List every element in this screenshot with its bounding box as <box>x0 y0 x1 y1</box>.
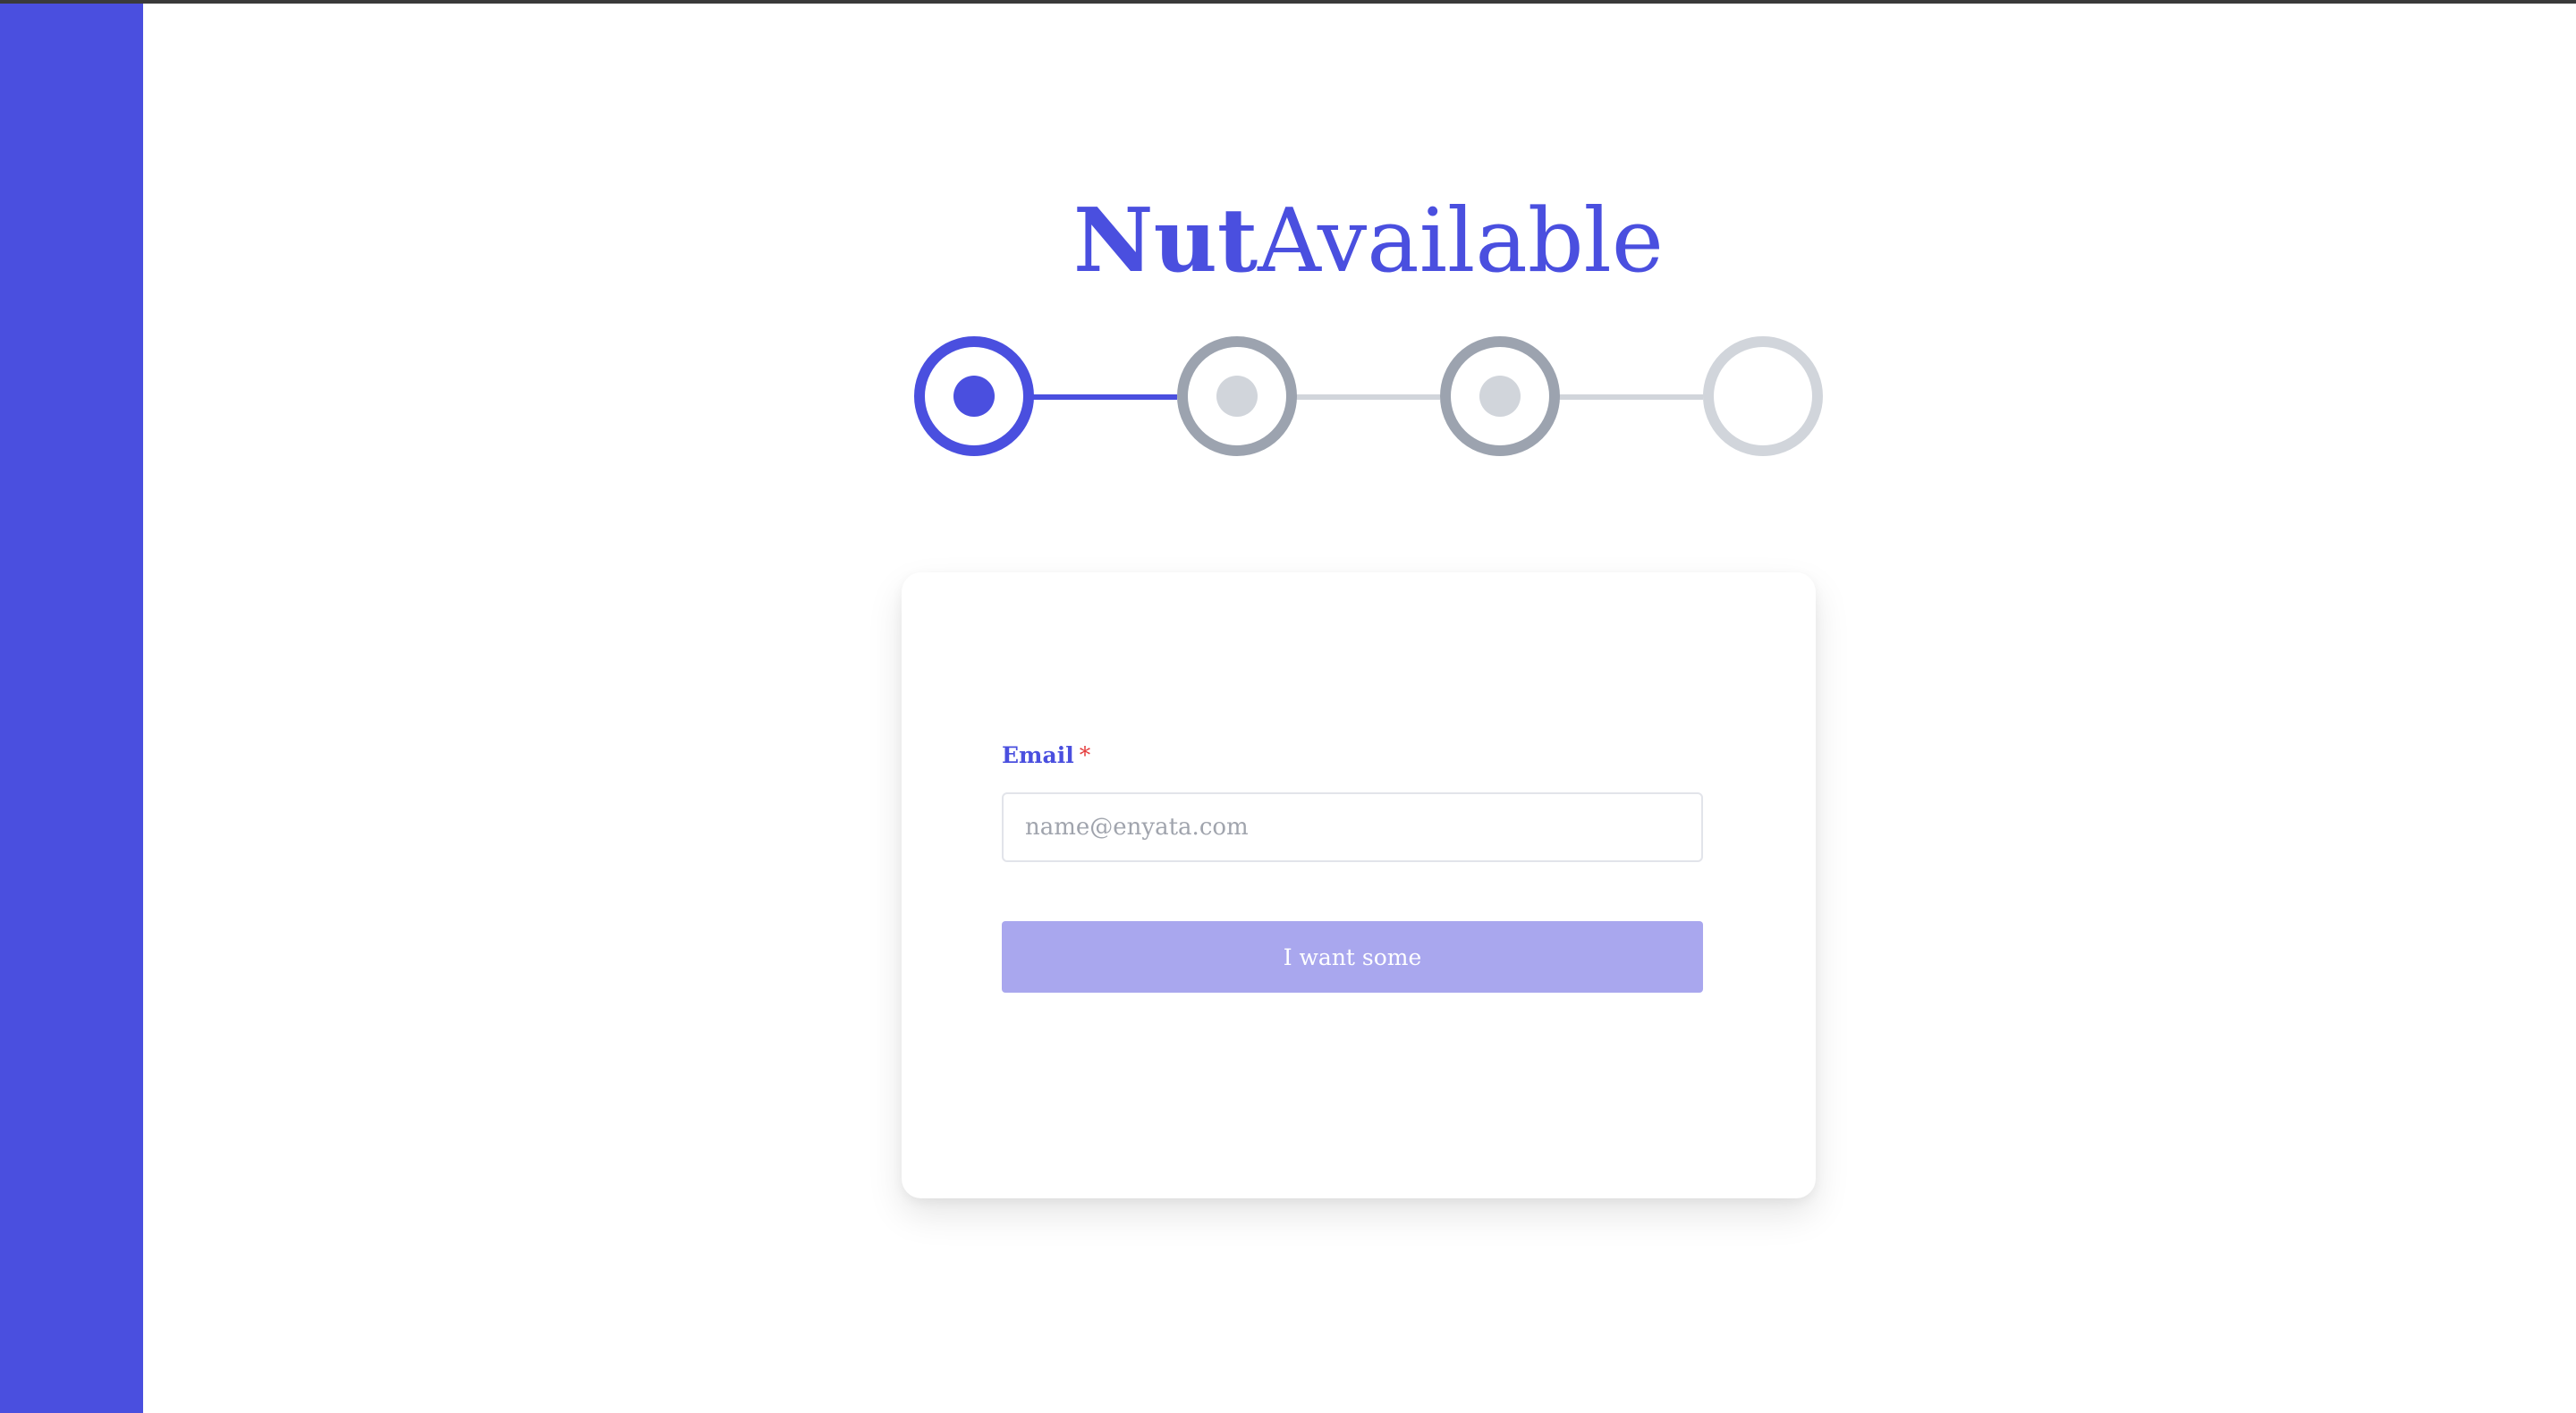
logo-light-part: Available <box>1258 190 1664 292</box>
app-logo: NutAvailable <box>1073 179 1664 304</box>
step-3-dot <box>1479 376 1521 417</box>
signup-card: Email* I want some <box>902 572 1816 1198</box>
step-2-indicator <box>1177 336 1297 456</box>
step-connector-2 <box>1288 394 1440 400</box>
submit-button[interactable]: I want some <box>1002 921 1703 993</box>
logo-bold-part: Nut <box>1073 190 1258 292</box>
sidebar <box>0 4 143 1413</box>
email-label: Email * <box>1002 742 1090 768</box>
window-top-border <box>0 0 2576 4</box>
step-connector-3 <box>1551 394 1703 400</box>
email-field[interactable] <box>1002 792 1703 862</box>
step-connector-1 <box>1025 394 1177 400</box>
email-label-text: Email <box>1002 742 1074 768</box>
progress-stepper <box>914 336 1823 456</box>
step-1-indicator <box>914 336 1034 456</box>
step-4-indicator <box>1703 336 1823 456</box>
step-2-dot <box>1216 376 1258 417</box>
required-marker: * <box>1079 742 1091 768</box>
step-3-indicator <box>1440 336 1560 456</box>
step-1-dot <box>953 376 995 417</box>
